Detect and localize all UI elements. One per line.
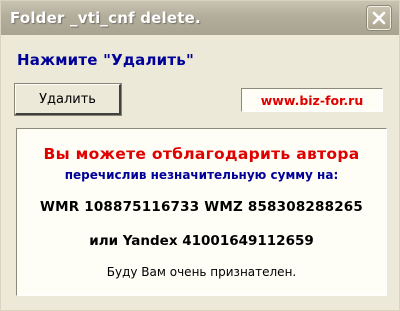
dialog-window: Folder _vti_cnf delete. Нажмите "Удалить… bbox=[0, 0, 400, 311]
delete-button[interactable]: Удалить bbox=[14, 83, 122, 116]
wallets-text: WMR 108875116733 WMZ 858308288265 bbox=[40, 199, 363, 215]
donation-panel: Вы можете отблагодарить автора перечисли… bbox=[16, 128, 387, 296]
donation-subheading: перечислив незначительную сумму на: bbox=[64, 168, 339, 182]
close-button[interactable] bbox=[367, 6, 391, 30]
thanks-text: Буду Вам очень признателен. bbox=[106, 265, 297, 279]
donation-heading: Вы можете отблагодарить автора bbox=[43, 145, 360, 163]
prompt-label: Нажмите "Удалить" bbox=[17, 51, 194, 69]
close-icon bbox=[372, 11, 386, 25]
website-label: www.biz-for.ru bbox=[241, 88, 383, 112]
title-bar[interactable]: Folder _vti_cnf delete. bbox=[1, 1, 399, 35]
window-title: Folder _vti_cnf delete. bbox=[10, 9, 201, 27]
yandex-wallet-text: или Yandex 41001649112659 bbox=[89, 233, 314, 249]
